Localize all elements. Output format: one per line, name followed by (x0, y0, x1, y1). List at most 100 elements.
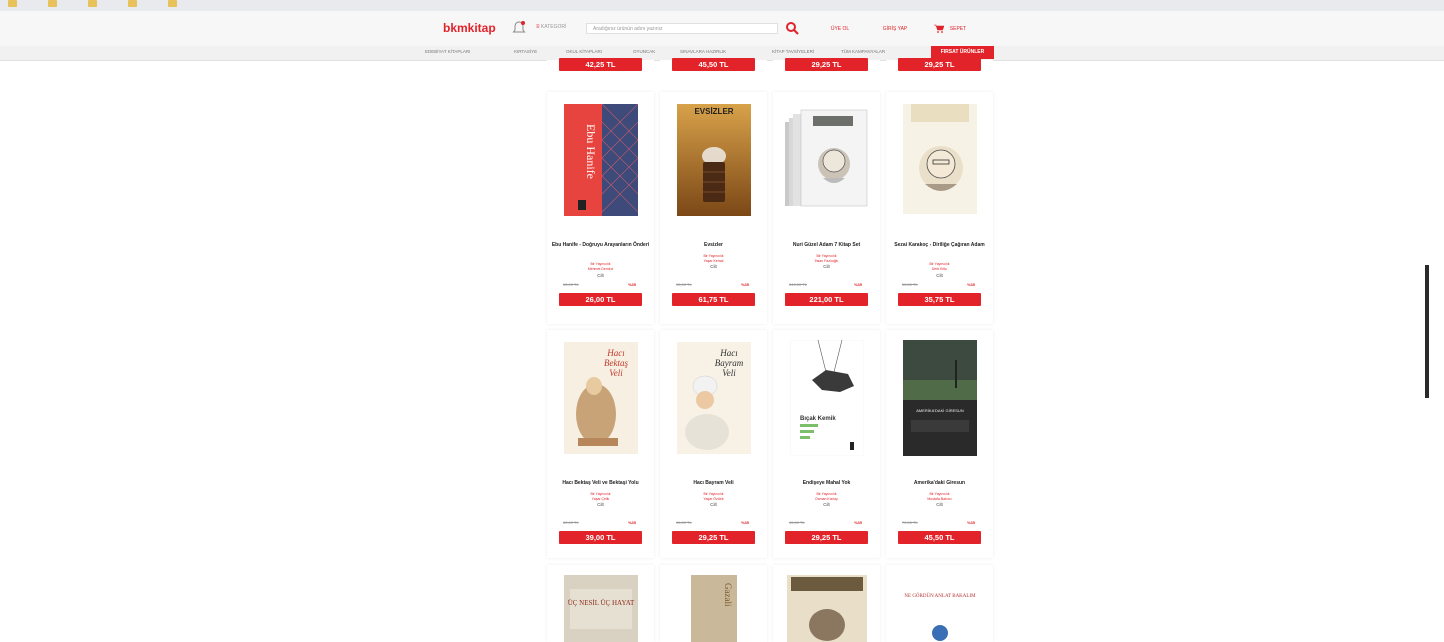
book-cover[interactable]: Bıçak Kemik (789, 340, 864, 456)
product-card[interactable]: 29,25 TL (886, 58, 993, 76)
product-publisher[interactable]: Bir Yayıncılık (886, 492, 993, 496)
product-card[interactable]: Hacı Bayram Veli Hacı Bayram Veli Bir Ya… (660, 330, 767, 558)
login-button[interactable]: GİRİŞ YAP (874, 24, 916, 34)
product-card[interactable]: ÜÇ NESİL ÜÇ HAYAT (547, 565, 654, 642)
book-cover[interactable]: EVSİZLER (676, 104, 751, 216)
nav-school-books[interactable]: OKUL KİTAPLARI (566, 49, 602, 54)
price-button[interactable]: 29,25 TL (785, 58, 868, 71)
product-card[interactable]: AMERİKA'DAKİ GİRESUN Amerika'daki Giresu… (886, 330, 993, 558)
categories-button[interactable]: ≡ KATEGORİ (536, 24, 582, 34)
cart-icon[interactable] (934, 24, 944, 33)
product-card[interactable]: Ebu Hanife Ebu Hanife - Doğruyu Arayanla… (547, 92, 654, 324)
nav-campaigns[interactable]: TÜM KAMPANYALAR (841, 49, 885, 54)
product-publisher[interactable]: Bir Yayıncılık (660, 492, 767, 496)
book-cover[interactable]: Hacı Bayram Veli (676, 342, 751, 454)
cart-button[interactable]: SEPET (946, 24, 970, 34)
folder-icon (87, 0, 97, 7)
nav-exam-prep[interactable]: SINAVLARA HAZIRLIK (680, 49, 726, 54)
price-button[interactable]: 26,00 TL (559, 293, 642, 306)
book-cover[interactable]: NE GÖRDÜN ANLAT BAKALIM (902, 575, 977, 642)
bookmarks-bar (0, 0, 1444, 11)
search-icon[interactable] (785, 21, 799, 35)
bookmark-item[interactable] (127, 0, 142, 9)
product-publisher[interactable]: Bir Yayıncılık (547, 492, 654, 496)
price-button[interactable]: 29,25 TL (785, 531, 868, 544)
book-cover-art (784, 109, 867, 207)
book-cover[interactable] (784, 106, 869, 210)
nav-toys[interactable]: OYUNCAK (633, 49, 655, 54)
book-cover[interactable]: Ebu Hanife (563, 104, 638, 216)
product-publisher[interactable]: Bir Yayıncılık (886, 262, 993, 266)
product-author[interactable]: Yaşar Öztürk (660, 497, 767, 501)
product-title[interactable]: Amerika'daki Giresun (890, 480, 989, 486)
bookmark-item[interactable] (8, 0, 22, 9)
search-input[interactable]: Aradığınız ürünün adını yazınız (586, 23, 778, 34)
product-author[interactable]: Yaşar Kemal (660, 259, 767, 263)
book-cover[interactable]: AMERİKA'DAKİ GİRESUN (902, 340, 977, 456)
price-button[interactable]: 29,25 TL (898, 58, 981, 71)
price-button[interactable]: 61,75 TL (672, 293, 755, 306)
cover-title: Bıçak Kemik (800, 416, 836, 422)
book-cover[interactable]: ÜÇ NESİL ÜÇ HAYAT (563, 575, 638, 642)
product-publisher[interactable]: Bir Yayıncılık (547, 262, 654, 266)
product-publisher[interactable]: Bir Yayıncılık (660, 254, 767, 258)
product-author[interactable]: Yaşar Çelik (547, 497, 654, 501)
nav-stationery[interactable]: KIRTASİYE (514, 49, 537, 54)
price-button[interactable]: 39,00 TL (559, 531, 642, 544)
product-card[interactable]: 29,25 TL (773, 58, 880, 76)
product-binding: Cilt (710, 502, 717, 507)
old-price: 65,00 TL (563, 282, 579, 287)
book-cover[interactable] (786, 575, 867, 642)
product-title[interactable]: Evsizler (664, 242, 763, 248)
product-card[interactable]: NE GÖRDÜN ANLAT BAKALIM (886, 565, 993, 642)
discount-badge: %35 (740, 520, 749, 525)
price-button[interactable]: 45,50 TL (898, 531, 981, 544)
product-author[interactable]: Ümit Kıtkı (886, 267, 993, 271)
product-title[interactable]: Hacı Bektaş Veli ve Bektaşi Yolu (551, 480, 650, 486)
product-card[interactable]: Gazali (660, 565, 767, 642)
product-title[interactable]: Sezai Karakoç - Diriliğe Çağıran Adam (890, 242, 989, 248)
product-author[interactable]: Mehmet Demirci (547, 267, 654, 271)
bookmark-item[interactable] (167, 0, 182, 9)
product-card[interactable]: Nuri Güzel Adam 7 Kitap Set Bir Yayıncıl… (773, 92, 880, 324)
product-author[interactable]: Mustafa Bakırcı (886, 497, 993, 501)
book-cover[interactable]: Hacı Bektaş Veli (563, 342, 638, 454)
bookmark-item[interactable] (87, 0, 102, 9)
site-logo[interactable]: bkmkitap (443, 21, 496, 35)
folder-icon (8, 0, 17, 7)
nav-literature[interactable]: EDEBİYAT KİTAPLARI (425, 49, 470, 54)
product-binding: Cilt (936, 273, 943, 278)
notification-bell-icon[interactable] (511, 20, 527, 36)
product-title[interactable]: Nuri Güzel Adam 7 Kitap Set (777, 242, 876, 248)
product-card[interactable]: 42,25 TL (547, 58, 654, 76)
product-title[interactable]: Ebu Hanife - Doğruyu Arayanların Önderi (551, 242, 650, 248)
product-card[interactable]: Sezai Karakoç - Diriliğe Çağıran Adam Bi… (886, 92, 993, 324)
cover-title: Hacı (606, 348, 625, 358)
product-card[interactable]: EVSİZLER Evsizler Bir Yayıncılık Yaşar K… (660, 92, 767, 324)
product-title[interactable]: Endişeye Mahal Yok (777, 480, 876, 486)
price-button[interactable]: 42,25 TL (559, 58, 642, 71)
product-author[interactable]: Osman Kızılay (773, 497, 880, 501)
price-button[interactable]: 45,50 TL (672, 58, 755, 71)
product-title[interactable]: Hacı Bayram Veli (664, 480, 763, 486)
product-card[interactable]: Hacı Bektaş Veli Hacı Bektaş Veli ve Bek… (547, 330, 654, 558)
scrollbar-thumb[interactable] (1425, 265, 1429, 398)
product-card[interactable]: Bıçak Kemik Endişeye Mahal Yok Bir Yayın… (773, 330, 880, 558)
old-price: 45,00 TL (676, 520, 692, 525)
price-button[interactable]: 221,00 TL (785, 293, 868, 306)
cover-title: Ebu Hanife (584, 124, 598, 179)
book-cover[interactable]: Gazali (690, 575, 737, 642)
price-button[interactable]: 29,25 TL (672, 531, 755, 544)
product-card[interactable] (773, 565, 880, 642)
bookmark-item[interactable] (47, 0, 62, 9)
nav-recommendations[interactable]: KİTAP TAVSİYELERİ (772, 49, 814, 54)
signup-button[interactable]: ÜYE OL (820, 24, 860, 34)
product-author[interactable]: İhsan Fazlıoğlu (773, 259, 880, 263)
price-button[interactable]: 35,75 TL (898, 293, 981, 306)
product-publisher[interactable]: Bir Yayıncılık (773, 254, 880, 258)
product-binding: Cilt (936, 502, 943, 507)
discount-badge: %35 (627, 282, 636, 287)
book-cover[interactable] (902, 104, 977, 214)
product-publisher[interactable]: Bir Yayıncılık (773, 492, 880, 496)
product-card[interactable]: 45,50 TL (660, 58, 767, 76)
